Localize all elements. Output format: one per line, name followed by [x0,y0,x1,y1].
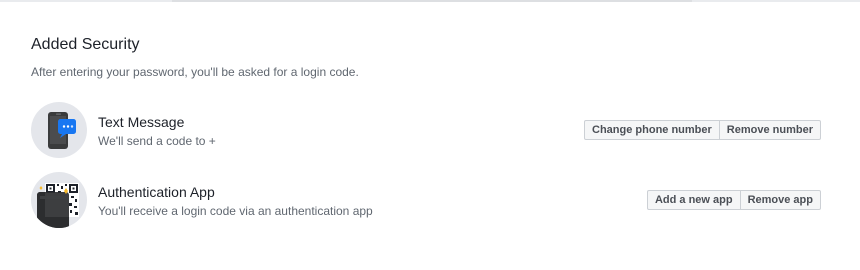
text-message-method: Text Message We'll send a code to + Chan… [31,102,821,160]
authentication-app-actions: Add a new app Remove app [646,190,821,210]
section-description: After entering your password, you'll be … [31,65,359,79]
method-title: Authentication App [98,184,215,200]
text-message-actions: Change phone number Remove number [584,120,821,140]
top-divider-tab [172,0,692,2]
authentication-app-method: Authentication App You'll receive a logi… [31,172,821,230]
remove-app-button[interactable]: Remove app [740,190,821,210]
remove-number-button[interactable]: Remove number [719,120,821,140]
change-phone-number-button[interactable]: Change phone number [584,120,720,140]
added-security-page: Added Security After entering your passw… [0,0,860,270]
phone-sms-icon [31,102,87,158]
method-subtitle: We'll send a code to + [98,134,216,148]
add-new-app-button[interactable]: Add a new app [646,190,741,210]
method-subtitle: You'll receive a login code via an authe… [98,204,373,218]
section-title: Added Security [31,36,140,53]
method-title: Text Message [98,114,185,130]
qr-code-app-icon [31,172,87,228]
